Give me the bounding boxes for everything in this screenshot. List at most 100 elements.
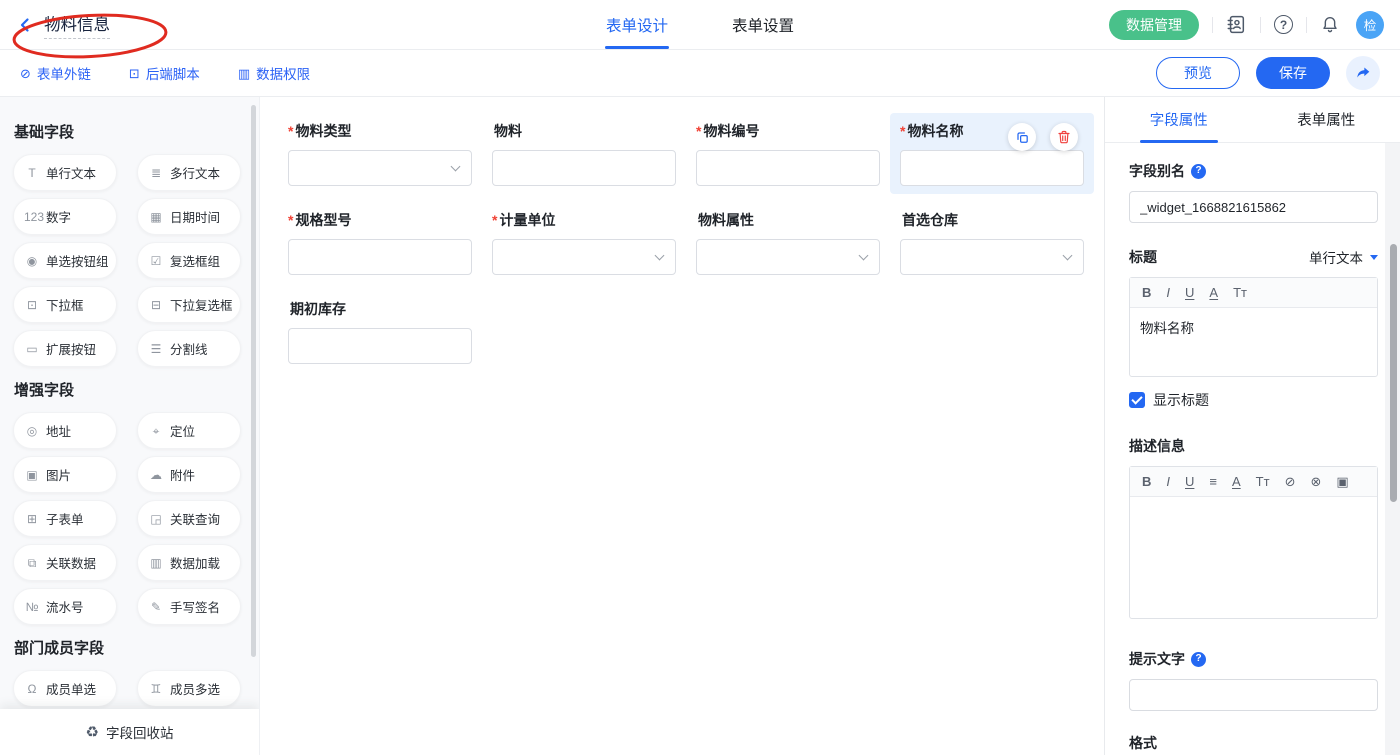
field-control[interactable]	[288, 328, 472, 364]
form-field[interactable]: 首选仓库	[890, 202, 1094, 283]
subbar-link[interactable]: ⊘ 表单外链	[20, 63, 91, 83]
field-type-icon: ◉	[24, 255, 40, 267]
palette-item[interactable]: ☑ 复选框组	[137, 242, 241, 279]
palette-item[interactable]: ✎ 手写签名	[137, 588, 241, 625]
field-label-text: 期初库存	[290, 301, 346, 317]
editor-tool-button[interactable]: Tᴛ	[1256, 475, 1270, 488]
palette-item[interactable]: ◲ 关联查询	[137, 500, 241, 537]
palette-item[interactable]: Ω 成员单选	[13, 670, 117, 707]
palette-item[interactable]: ☁ 附件	[137, 456, 241, 493]
palette-item[interactable]: ◎ 地址	[13, 412, 117, 449]
field-control[interactable]	[900, 239, 1084, 275]
show-title-checkbox[interactable]: 显示标题	[1129, 390, 1378, 410]
topbar-tab[interactable]: 表单设计	[606, 0, 668, 49]
editor-tool-button[interactable]: ≡	[1209, 475, 1217, 488]
editor-tool-button[interactable]: ⊗	[1310, 475, 1321, 488]
palette-item[interactable]: № 流水号	[13, 588, 117, 625]
subbar-link[interactable]: ⊡ 后端脚本	[129, 63, 200, 83]
palette-item[interactable]: ⊟ 下拉复选框	[137, 286, 241, 323]
title-type-select[interactable]: 单行文本	[1309, 247, 1378, 267]
palette-item[interactable]: ⊞ 子表单	[13, 500, 117, 537]
panel-tab[interactable]: 字段属性	[1105, 97, 1253, 142]
field-label: 首选仓库	[900, 210, 1084, 230]
palette-item[interactable]: ▭ 扩展按钮	[13, 330, 117, 367]
contacts-icon[interactable]	[1226, 14, 1247, 35]
editor-tool-button[interactable]: A	[1232, 475, 1241, 488]
palette-item[interactable]: ⧉ 关联数据	[13, 544, 117, 581]
editor-tool-button[interactable]: I	[1166, 475, 1170, 488]
palette-item[interactable]: ▥ 数据加载	[137, 544, 241, 581]
form-canvas[interactable]: *物料类型	[260, 97, 1104, 755]
form-field[interactable]: *计量单位	[482, 202, 686, 283]
form-field[interactable]: 物料	[482, 113, 686, 194]
description-editor-content[interactable]	[1130, 497, 1377, 618]
delete-field-button[interactable]	[1050, 123, 1078, 151]
palette-item-label: 关联数据	[46, 553, 96, 572]
field-control[interactable]	[696, 239, 880, 275]
field-alias-input[interactable]	[1129, 191, 1378, 223]
field-type-icon: ≣	[148, 167, 164, 179]
form-field[interactable]: *物料类型	[278, 113, 482, 194]
palette-item-label: 数字	[46, 207, 71, 226]
topbar-tab[interactable]: 表单设置	[732, 0, 794, 49]
main-area: 基础字段 T 单行文本 ≣ 多行文本 123	[0, 97, 1400, 755]
editor-tool-button[interactable]: ⊘	[1285, 475, 1296, 488]
field-control[interactable]	[900, 150, 1084, 186]
form-field[interactable]: 物料属性	[686, 202, 890, 283]
palette-item[interactable]: 123 数字	[13, 198, 117, 235]
back-button[interactable]	[16, 16, 34, 34]
editor-tool-button[interactable]: B	[1142, 475, 1151, 488]
palette-item[interactable]: ▦ 日期时间	[137, 198, 241, 235]
form-field[interactable]: *规格型号	[278, 202, 482, 283]
sidebar-scrollbar[interactable]	[251, 105, 256, 657]
palette-item[interactable]: T 单行文本	[13, 154, 117, 191]
field-label: 期初库存	[288, 299, 472, 319]
editor-tool-button[interactable]: I	[1166, 286, 1170, 299]
palette-item[interactable]: ⌖ 定位	[137, 412, 241, 449]
palette-item[interactable]: ⊡ 下拉框	[13, 286, 117, 323]
subbar-link[interactable]: ▥ 数据权限	[238, 63, 310, 83]
title-editor-content[interactable]: 物料名称	[1130, 308, 1377, 376]
save-button[interactable]: 保存	[1256, 57, 1330, 89]
palette-item[interactable]: ◉ 单选按钮组	[13, 242, 117, 279]
required-mark: *	[288, 212, 293, 228]
form-title[interactable]: 物料信息	[44, 11, 110, 39]
palette-item[interactable]: ♊ 成员多选	[137, 670, 241, 707]
palette-item-label: 成员单选	[46, 679, 96, 698]
editor-tool-button[interactable]: ▣	[1336, 475, 1348, 488]
editor-tool-button[interactable]: B	[1142, 286, 1151, 299]
form-field[interactable]: 期初库存	[278, 291, 482, 372]
field-label: *规格型号	[288, 210, 472, 230]
help-icon[interactable]: ?	[1274, 15, 1293, 34]
editor-tool-button[interactable]: U	[1185, 286, 1194, 299]
editor-tool-button[interactable]: U	[1185, 475, 1194, 488]
field-control[interactable]	[492, 239, 676, 275]
field-control[interactable]	[288, 239, 472, 275]
palette-item[interactable]: ☰ 分割线	[137, 330, 241, 367]
palette-item[interactable]: ▣ 图片	[13, 456, 117, 493]
subbar-link-label: 表单外链	[37, 63, 91, 83]
panel-scrollbar[interactable]	[1390, 244, 1397, 502]
share-button[interactable]	[1346, 56, 1380, 90]
form-field[interactable]: *物料名称	[890, 113, 1094, 194]
editor-tool-button[interactable]: A	[1209, 286, 1218, 299]
field-alias-help-icon[interactable]: ?	[1191, 164, 1206, 179]
editor-tool-button[interactable]: Tᴛ	[1233, 286, 1247, 299]
hint-input[interactable]	[1129, 679, 1378, 711]
field-recycle-bin-button[interactable]: ♻ 字段回收站	[0, 709, 259, 755]
user-avatar[interactable]: 检	[1356, 11, 1384, 39]
panel-tab[interactable]: 表单属性	[1253, 97, 1400, 142]
field-type-icon: ▭	[24, 343, 40, 355]
title-type-value: 单行文本	[1309, 247, 1363, 267]
data-manage-button[interactable]: 数据管理	[1109, 10, 1199, 40]
palette-item[interactable]: ≣ 多行文本	[137, 154, 241, 191]
bell-icon[interactable]	[1320, 15, 1340, 35]
field-control[interactable]	[492, 150, 676, 186]
palette-item-label: 图片	[46, 465, 71, 484]
copy-field-button[interactable]	[1008, 123, 1036, 151]
preview-button[interactable]: 预览	[1156, 57, 1240, 89]
hint-help-icon[interactable]: ?	[1191, 652, 1206, 667]
field-control[interactable]	[696, 150, 880, 186]
field-control[interactable]	[288, 150, 472, 186]
form-field[interactable]: *物料编号	[686, 113, 890, 194]
